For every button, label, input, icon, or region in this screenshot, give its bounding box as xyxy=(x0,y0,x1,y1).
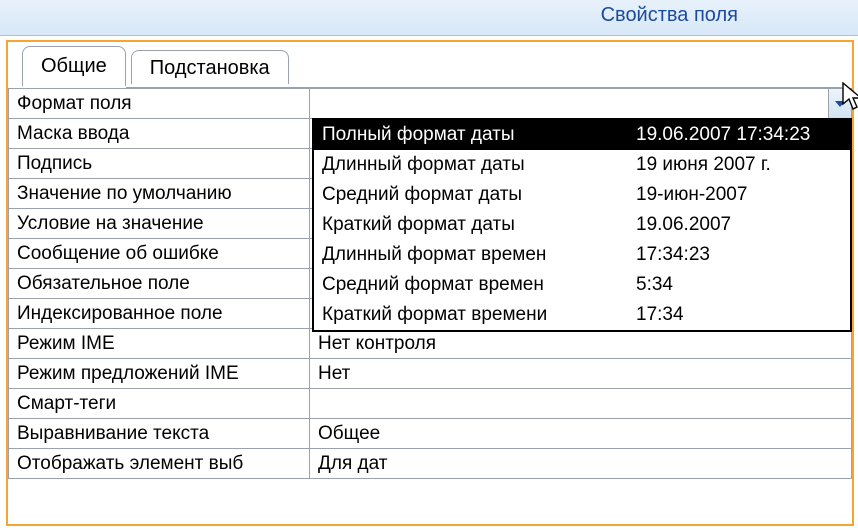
property-label: Индексированное поле xyxy=(9,299,310,329)
property-value-cell[interactable]: Нет xyxy=(310,359,852,389)
dropdown-option-example: 17:34 xyxy=(628,304,850,326)
section-title: Свойства поля xyxy=(601,4,738,27)
dropdown-option-example: 19 июня 2007 г. xyxy=(628,154,850,176)
tabs-row: Общие Подстановка xyxy=(22,42,842,90)
property-row: Смарт-теги xyxy=(9,389,852,419)
tabstrip-underline xyxy=(22,87,842,88)
property-label: Маска ввода xyxy=(9,119,310,149)
property-label: Режим предложений IME xyxy=(9,359,310,389)
property-label: Значение по умолчанию xyxy=(9,179,310,209)
property-row: Режим предложений IME Нет xyxy=(9,359,852,389)
tab-general[interactable]: Общие xyxy=(22,46,126,86)
property-value: Общее xyxy=(318,423,380,444)
format-dropdown-list[interactable]: Полный формат даты 19.06.2007 17:34:23 Д… xyxy=(312,118,852,332)
properties-panel: Общие Подстановка Формат поля xyxy=(6,40,854,526)
property-label: Выравнивание текста xyxy=(9,419,310,449)
dropdown-option-name: Средний формат даты xyxy=(314,184,628,206)
dropdown-option-example: 5:34 xyxy=(628,274,850,296)
property-value-cell[interactable] xyxy=(310,389,852,419)
property-value: Нет xyxy=(318,363,350,384)
dropdown-option[interactable]: Средний формат времен 5:34 xyxy=(314,270,850,300)
property-label: Отображать элемент выб xyxy=(9,449,310,479)
property-row: Режим IME Нет контроля xyxy=(9,329,852,359)
section-header: Свойства поля xyxy=(0,0,858,36)
property-value-cell[interactable] xyxy=(310,89,852,119)
tab-label: Подстановка xyxy=(150,57,270,79)
dropdown-option-example: 19.06.2007 xyxy=(628,214,850,236)
dropdown-option-name: Полный формат даты xyxy=(314,124,628,146)
property-value-cell[interactable]: Для дат xyxy=(310,449,852,479)
dropdown-option-example: 17:34:23 xyxy=(628,244,850,266)
tab-label: Общие xyxy=(41,55,107,77)
format-dropdown-button[interactable] xyxy=(828,89,851,118)
dropdown-option-name: Длинный формат даты xyxy=(314,154,628,176)
property-label: Сообщение об ошибке xyxy=(9,239,310,269)
dropdown-option-name: Краткий формат времени xyxy=(314,304,628,326)
dropdown-option[interactable]: Краткий формат времени 17:34 xyxy=(314,300,850,330)
property-label: Обязательное поле xyxy=(9,269,310,299)
dropdown-option-name: Средний формат времен xyxy=(314,274,628,296)
property-row: Отображать элемент выб Для дат xyxy=(9,449,852,479)
property-value: Для дат xyxy=(318,453,387,474)
property-row: Выравнивание текста Общее xyxy=(9,419,852,449)
property-label: Подпись xyxy=(9,149,310,179)
property-value-cell[interactable]: Нет контроля xyxy=(310,329,852,359)
dropdown-option[interactable]: Полный формат даты 19.06.2007 17:34:23 xyxy=(314,120,850,150)
chevron-down-icon xyxy=(835,101,845,107)
property-row: Формат поля xyxy=(9,89,852,119)
dropdown-option-name: Длинный формат времен xyxy=(314,244,628,266)
property-label: Смарт-теги xyxy=(9,389,310,419)
property-value-cell[interactable]: Общее xyxy=(310,419,852,449)
dropdown-option-name: Краткий формат даты xyxy=(314,214,628,236)
dropdown-option-example: 19-июн-2007 xyxy=(628,184,850,206)
dropdown-option[interactable]: Длинный формат даты 19 июня 2007 г. xyxy=(314,150,850,180)
tab-lookup[interactable]: Подстановка xyxy=(131,50,289,84)
dropdown-option[interactable]: Краткий формат даты 19.06.2007 xyxy=(314,210,850,240)
property-label: Условие на значение xyxy=(9,209,310,239)
property-value: Нет контроля xyxy=(318,333,436,354)
dropdown-option[interactable]: Длинный формат времен 17:34:23 xyxy=(314,240,850,270)
dropdown-option[interactable]: Средний формат даты 19-июн-2007 xyxy=(314,180,850,210)
property-label: Формат поля xyxy=(9,89,310,119)
property-label: Режим IME xyxy=(9,329,310,359)
dropdown-option-example: 19.06.2007 17:34:23 xyxy=(628,124,850,146)
